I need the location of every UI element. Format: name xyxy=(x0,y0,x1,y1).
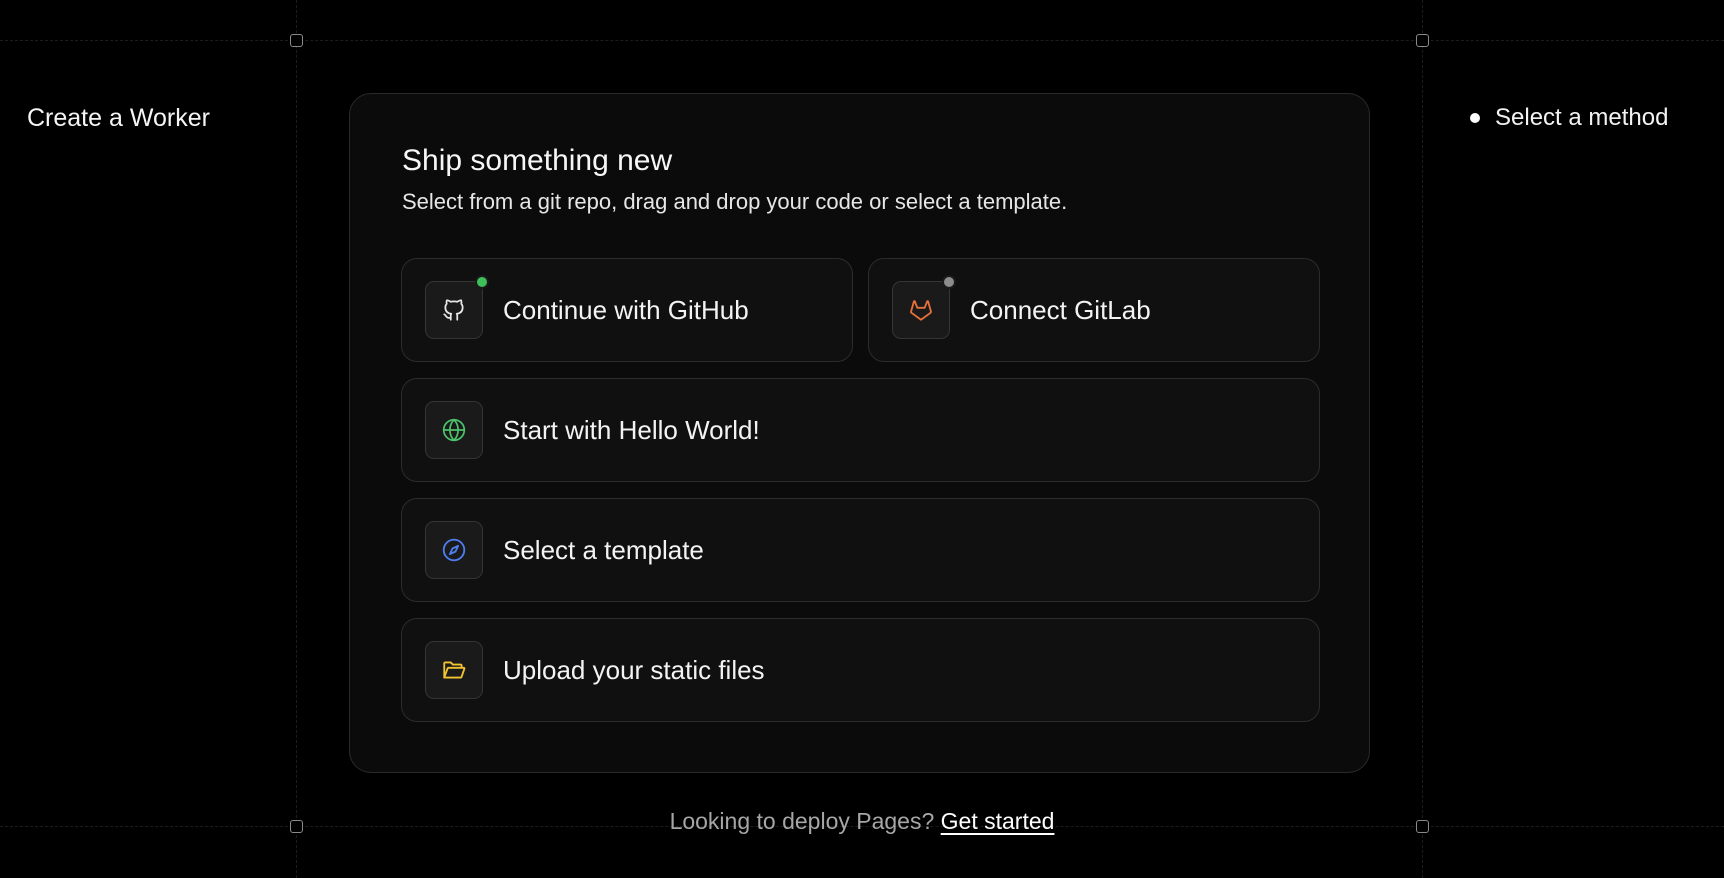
step-select-method: Select a method xyxy=(1470,104,1668,132)
option-label: Start with Hello World! xyxy=(503,414,760,445)
step-indicator-dot xyxy=(1470,113,1480,123)
guide-line xyxy=(0,40,1724,41)
corner-marker xyxy=(1416,34,1429,47)
gitlab-icon xyxy=(892,275,956,339)
footer: Looking to deploy Pages? Get started xyxy=(0,808,1724,835)
folder-open-icon xyxy=(425,641,483,699)
corner-marker xyxy=(290,34,303,47)
page: Create a Worker Select a method Ship som… xyxy=(0,0,1724,878)
connect-gitlab-button[interactable]: Connect GitLab xyxy=(868,258,1320,362)
guide-line xyxy=(296,0,297,878)
option-label: Select a template xyxy=(503,534,704,565)
option-label: Connect GitLab xyxy=(970,294,1151,325)
status-dot-disconnected xyxy=(942,275,956,289)
guide-line xyxy=(1422,0,1423,878)
card-subtitle: Select from a git repo, drag and drop yo… xyxy=(402,189,1068,214)
continue-github-button[interactable]: Continue with GitHub xyxy=(401,258,853,362)
status-dot-connected xyxy=(475,275,489,289)
globe-icon xyxy=(425,401,483,459)
compass-icon xyxy=(425,521,483,579)
get-started-link[interactable]: Get started xyxy=(941,808,1055,834)
page-title: Create a Worker xyxy=(27,104,210,132)
card-title: Ship something new xyxy=(402,144,673,177)
option-label: Upload your static files xyxy=(503,654,765,685)
ship-card: Ship something new Select from a git rep… xyxy=(349,93,1370,773)
footer-text: Looking to deploy Pages? xyxy=(669,808,935,834)
step-label: Select a method xyxy=(1495,104,1669,131)
select-template-button[interactable]: Select a template xyxy=(401,498,1320,602)
hello-world-button[interactable]: Start with Hello World! xyxy=(401,378,1320,482)
upload-static-files-button[interactable]: Upload your static files xyxy=(401,618,1320,722)
option-label: Continue with GitHub xyxy=(503,294,749,325)
github-icon xyxy=(425,275,489,339)
